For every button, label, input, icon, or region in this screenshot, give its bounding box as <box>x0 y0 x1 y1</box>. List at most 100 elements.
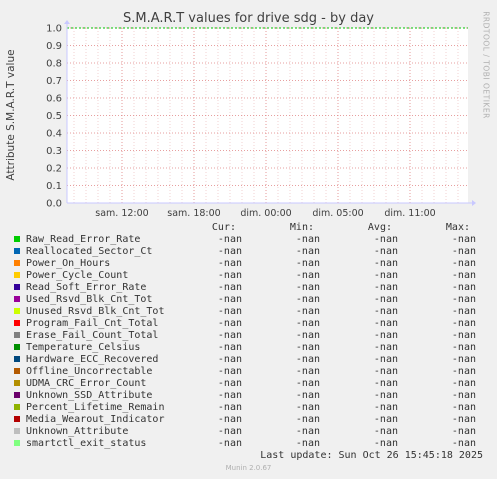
legend-value-cur: -nan <box>217 366 242 377</box>
legend-item-name: Unused_Rsvd_Blk_Cnt_Tot <box>26 306 165 317</box>
legend-swatch <box>14 380 20 386</box>
legend-swatch <box>14 416 20 422</box>
y-tick-label: 0.8 <box>46 59 62 70</box>
x-tick-label: sam. 12:00 <box>95 208 148 219</box>
legend-value-cur: -nan <box>217 270 242 281</box>
legend-value-max: -nan <box>451 246 476 257</box>
munin-version: Munin 2.0.67 <box>225 464 272 472</box>
last-update: Last update: Sun Oct 26 15:45:18 2025 <box>260 450 483 461</box>
y-tick-label: 0.4 <box>46 129 62 140</box>
legend-value-cur: -nan <box>217 438 242 449</box>
legend-value-cur: -nan <box>217 318 242 329</box>
legend-value-avg: -nan <box>373 414 398 425</box>
legend-row: Temperature_Celsius -nan -nan -nan -nan <box>0 342 497 354</box>
legend-value-min: -nan <box>295 438 320 449</box>
legend-item-name: Media_Wearout_Indicator <box>26 414 165 425</box>
legend-value-min: -nan <box>295 402 320 413</box>
y-tick-label: 0.9 <box>46 41 62 52</box>
legend-header-max: Max: <box>445 222 470 233</box>
legend-item-name: Hardware_ECC_Recovered <box>26 354 159 365</box>
legend-swatch <box>14 356 20 362</box>
legend-swatch <box>14 296 20 302</box>
legend-item-name: Temperature_Celsius <box>26 342 141 353</box>
legend-item-name: Used_Rsvd_Blk_Cnt_Tot <box>26 294 153 305</box>
legend-value-max: -nan <box>451 426 476 437</box>
legend-item-name: UDMA_CRC_Error_Count <box>26 378 147 389</box>
legend-value-min: -nan <box>295 366 320 377</box>
legend-value-max: -nan <box>451 234 476 245</box>
legend-value-min: -nan <box>295 282 320 293</box>
legend-value-max: -nan <box>451 366 476 377</box>
legend-value-max: -nan <box>451 378 476 389</box>
legend-value-min: -nan <box>295 234 320 245</box>
legend-header-avg: Avg: <box>367 222 392 233</box>
legend-value-min: -nan <box>295 294 320 305</box>
legend-swatch <box>14 248 20 254</box>
y-axis-arrow <box>64 20 70 24</box>
legend-row: Erase_Fail_Count_Total -nan -nan -nan -nan <box>0 330 497 342</box>
legend-value-avg: -nan <box>373 270 398 281</box>
legend-swatch <box>14 344 20 350</box>
x-tick-label: sam. 18:00 <box>167 208 220 219</box>
legend-value-cur: -nan <box>217 282 242 293</box>
x-tick-label: dim. 00:00 <box>240 208 291 219</box>
legend-item-name: Power_On_Hours <box>26 258 111 269</box>
legend-value-avg: -nan <box>373 438 398 449</box>
legend-swatch <box>14 440 20 446</box>
legend-item-name: smartctl_exit_status <box>26 438 147 449</box>
legend-swatch <box>14 332 20 338</box>
chart-plot: 0.0 0.1 0.2 0.3 0.4 0.5 0.6 0.7 0.8 0.9 1.0 sam. 12… <box>46 20 476 219</box>
legend-item-name: Reallocated_Sector_Ct <box>26 246 153 257</box>
legend-swatch <box>14 320 20 326</box>
legend-value-max: -nan <box>451 270 476 281</box>
legend-value-cur: -nan <box>217 342 242 353</box>
legend-value-max: -nan <box>451 294 476 305</box>
legend-value-avg: -nan <box>373 234 398 245</box>
legend-header-cur: Cur: <box>211 222 236 233</box>
y-tick-label: 1.0 <box>46 24 62 35</box>
legend-value-cur: -nan <box>217 258 242 269</box>
legend-swatch <box>14 308 20 314</box>
legend-value-min: -nan <box>295 270 320 281</box>
legend-value-avg: -nan <box>373 342 398 353</box>
legend-value-cur: -nan <box>217 306 242 317</box>
legend-value-cur: -nan <box>217 246 242 257</box>
legend-item-name: Offline_Uncorrectable <box>26 366 153 377</box>
legend-row: Unused_Rsvd_Blk_Cnt_Tot -nan -nan -nan -nan <box>0 306 497 318</box>
legend-value-max: -nan <box>451 306 476 317</box>
x-tick-label: dim. 05:00 <box>312 208 363 219</box>
legend-swatch <box>14 260 20 266</box>
legend-value-cur: -nan <box>217 234 242 245</box>
legend-value-max: -nan <box>451 390 476 401</box>
legend-value-avg: -nan <box>373 294 398 305</box>
legend-value-avg: -nan <box>373 318 398 329</box>
legend-value-min: -nan <box>295 342 320 353</box>
y-tick-label: 0.1 <box>46 181 62 192</box>
legend-value-max: -nan <box>451 414 476 425</box>
legend-row: Used_Rsvd_Blk_Cnt_Tot -nan -nan -nan -nan <box>0 294 497 306</box>
legend-value-cur: -nan <box>217 294 242 305</box>
legend-row: Power_Cycle_Count -nan -nan -nan -nan <box>0 270 497 282</box>
legend-value-min: -nan <box>295 414 320 425</box>
legend-value-cur: -nan <box>217 378 242 389</box>
y-tick-label: 0.7 <box>46 76 62 87</box>
legend-item-name: Unknown_Attribute <box>26 426 129 437</box>
legend-row: Hardware_ECC_Recovered -nan -nan -nan -nan <box>0 354 497 366</box>
legend-value-cur: -nan <box>217 426 242 437</box>
legend-swatch <box>14 404 20 410</box>
legend-swatch <box>14 272 20 278</box>
legend-value-max: -nan <box>451 318 476 329</box>
legend-row: Media_Wearout_Indicator -nan -nan -nan -nan <box>0 414 497 426</box>
legend-value-min: -nan <box>295 306 320 317</box>
legend-item-name: Program_Fail_Cnt_Total <box>26 318 159 329</box>
legend-value-min: -nan <box>295 246 320 257</box>
legend-value-cur: -nan <box>217 330 242 341</box>
legend-swatch <box>14 428 20 434</box>
legend-header-min: Min: <box>289 222 314 233</box>
legend-value-min: -nan <box>295 330 320 341</box>
x-axis-arrow <box>472 200 476 206</box>
legend-row: UDMA_CRC_Error_Count -nan -nan -nan -nan <box>0 378 497 390</box>
legend-value-avg: -nan <box>373 282 398 293</box>
legend-value-max: -nan <box>451 342 476 353</box>
legend-row: Program_Fail_Cnt_Total -nan -nan -nan -nan <box>0 318 497 330</box>
